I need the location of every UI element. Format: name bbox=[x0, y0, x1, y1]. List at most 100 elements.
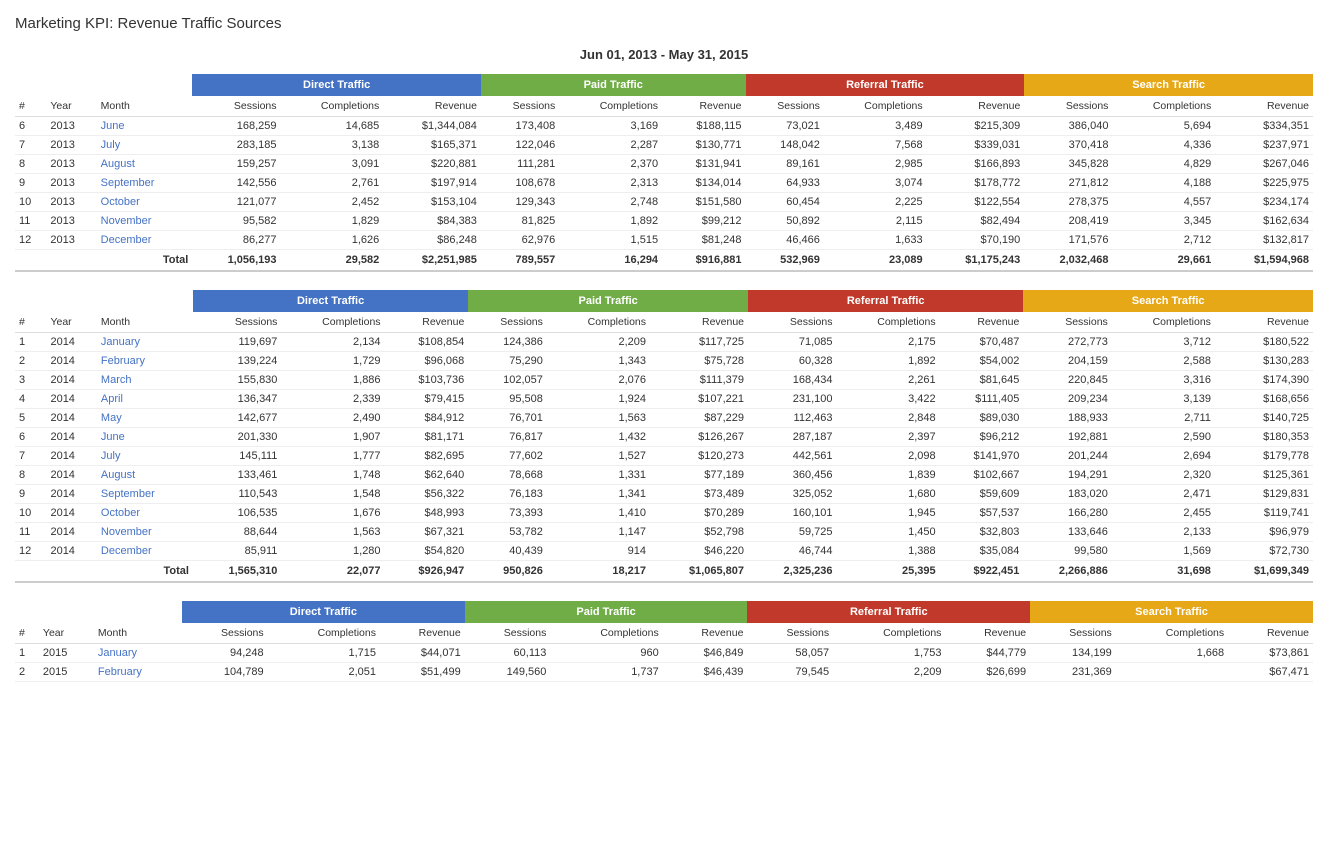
cell-7-9: 360,456 bbox=[748, 466, 836, 485]
cell-10-9: 59,725 bbox=[748, 523, 836, 542]
cell-4-6: 76,701 bbox=[468, 409, 547, 428]
cell-7-13: 2,320 bbox=[1112, 466, 1215, 485]
cell-5-11: $96,212 bbox=[940, 428, 1024, 447]
col-p-revenue: Revenue bbox=[662, 96, 745, 117]
cell-5-1: 2014 bbox=[46, 428, 96, 447]
cell-9-6: 73,393 bbox=[468, 504, 547, 523]
cell-4-9: 60,454 bbox=[746, 193, 824, 212]
cell-0-9: 58,057 bbox=[747, 644, 833, 663]
table-row: 12015January94,2481,715$44,07160,113960$… bbox=[15, 644, 1313, 663]
cell-0-6: 60,113 bbox=[465, 644, 551, 663]
table-2013: Direct Traffic Paid Traffic Referral Tra… bbox=[15, 74, 1313, 272]
cell-9-1: 2014 bbox=[46, 504, 96, 523]
cell-2-11: $166,893 bbox=[927, 155, 1025, 174]
th-direct-1: Direct Traffic bbox=[192, 74, 481, 96]
cell-3-0: 4 bbox=[15, 390, 46, 409]
tbody-section3: 12015January94,2481,715$44,07160,113960$… bbox=[15, 644, 1313, 682]
cell-4-2: October bbox=[97, 193, 193, 212]
cell-2-9: 168,434 bbox=[748, 371, 836, 390]
cell-1-14: $67,471 bbox=[1228, 663, 1313, 682]
cell-5-6: 76,817 bbox=[468, 428, 547, 447]
cell-0-10: 3,489 bbox=[824, 117, 927, 136]
col-year: Year bbox=[46, 96, 96, 117]
cell-5-13: 3,345 bbox=[1112, 212, 1215, 231]
col-s-sessions: Sessions bbox=[1024, 96, 1112, 117]
cell-6-11: $70,190 bbox=[927, 231, 1025, 250]
cell-11-14: $72,730 bbox=[1215, 542, 1313, 561]
cell-8-4: 1,548 bbox=[281, 485, 384, 504]
cell-0-13: 1,668 bbox=[1116, 644, 1228, 663]
cell-1-10: 7,568 bbox=[824, 136, 927, 155]
cell-2-11: $81,645 bbox=[940, 371, 1024, 390]
cell-1-10: 1,892 bbox=[836, 352, 939, 371]
cell-2-13: 4,829 bbox=[1112, 155, 1215, 174]
cell-1-11: $339,031 bbox=[927, 136, 1025, 155]
total-cell-10: 25,395 bbox=[836, 561, 939, 583]
cell-0-1: 2013 bbox=[46, 117, 96, 136]
group-header-row: Direct Traffic Paid Traffic Referral Tra… bbox=[15, 74, 1313, 96]
total-cell-1 bbox=[46, 250, 96, 272]
cell-3-5: $79,415 bbox=[385, 390, 469, 409]
col-r-sessions: Sessions bbox=[746, 96, 824, 117]
cell-7-2: August bbox=[97, 466, 193, 485]
cell-1-11: $26,699 bbox=[945, 663, 1030, 682]
th-direct-2: Direct Traffic bbox=[193, 290, 468, 312]
cell-1-9: 79,545 bbox=[747, 663, 833, 682]
cell-0-6: 173,408 bbox=[481, 117, 559, 136]
table-row: 82013August159,2573,091$220,881111,2812,… bbox=[15, 155, 1313, 174]
cell-8-13: 2,471 bbox=[1112, 485, 1215, 504]
cell-0-2: January bbox=[94, 644, 182, 663]
cell-0-11: $44,779 bbox=[945, 644, 1030, 663]
col-d-completions: Completions bbox=[281, 96, 384, 117]
cell-6-14: $132,817 bbox=[1215, 231, 1313, 250]
cell-6-9: 46,466 bbox=[746, 231, 824, 250]
cell-7-0: 8 bbox=[15, 466, 46, 485]
cell-6-9: 442,561 bbox=[748, 447, 836, 466]
table-row: 52014May142,6772,490$84,91276,7011,563$8… bbox=[15, 409, 1313, 428]
table-row: 102013October121,0772,452$153,104129,343… bbox=[15, 193, 1313, 212]
total-cell-3: 1,565,310 bbox=[193, 561, 281, 583]
total-cell-6: 789,557 bbox=[481, 250, 559, 272]
cell-0-13: 5,694 bbox=[1112, 117, 1215, 136]
cell-4-11: $122,554 bbox=[927, 193, 1025, 212]
cell-0-10: 1,753 bbox=[833, 644, 945, 663]
cell-6-1: 2014 bbox=[46, 447, 96, 466]
cell-3-7: 1,924 bbox=[547, 390, 650, 409]
cell-6-1: 2013 bbox=[46, 231, 96, 250]
cell-11-10: 1,388 bbox=[836, 542, 939, 561]
cell-0-8: $188,115 bbox=[662, 117, 745, 136]
th-referral-1: Referral Traffic bbox=[746, 74, 1025, 96]
cell-0-7: 960 bbox=[550, 644, 662, 663]
cell-0-8: $117,725 bbox=[650, 333, 748, 352]
col-hash: # bbox=[15, 96, 46, 117]
cell-2-7: 2,076 bbox=[547, 371, 650, 390]
cell-2-3: 159,257 bbox=[192, 155, 280, 174]
total-cell-0 bbox=[15, 250, 46, 272]
col-s-revenue: Revenue bbox=[1215, 96, 1313, 117]
cell-0-3: 94,248 bbox=[182, 644, 268, 663]
cell-6-5: $82,695 bbox=[385, 447, 469, 466]
cell-1-12: 204,159 bbox=[1023, 352, 1111, 371]
cell-8-14: $129,831 bbox=[1215, 485, 1313, 504]
cell-3-7: 2,313 bbox=[559, 174, 662, 193]
table-row: 122014December85,9111,280$54,82040,43991… bbox=[15, 542, 1313, 561]
cell-1-6: 75,290 bbox=[468, 352, 547, 371]
cell-6-14: $179,778 bbox=[1215, 447, 1313, 466]
cell-1-8: $46,439 bbox=[663, 663, 748, 682]
col-d-sessions: Sessions bbox=[192, 96, 280, 117]
total-cell-14: $1,594,968 bbox=[1215, 250, 1313, 272]
cell-4-5: $84,912 bbox=[385, 409, 469, 428]
cell-0-4: 1,715 bbox=[268, 644, 380, 663]
cell-11-2: December bbox=[97, 542, 193, 561]
table-row: 72013July283,1853,138$165,371122,0462,28… bbox=[15, 136, 1313, 155]
cell-10-5: $67,321 bbox=[385, 523, 469, 542]
total-cell-14: $1,699,349 bbox=[1215, 561, 1313, 583]
cell-7-1: 2014 bbox=[46, 466, 96, 485]
cell-10-8: $52,798 bbox=[650, 523, 748, 542]
cell-10-11: $32,803 bbox=[940, 523, 1024, 542]
total-cell-9: 532,969 bbox=[746, 250, 824, 272]
table-row: 112014November88,6441,563$67,32153,7821,… bbox=[15, 523, 1313, 542]
cell-0-10: 2,175 bbox=[836, 333, 939, 352]
cell-3-9: 231,100 bbox=[748, 390, 836, 409]
cell-0-14: $180,522 bbox=[1215, 333, 1313, 352]
